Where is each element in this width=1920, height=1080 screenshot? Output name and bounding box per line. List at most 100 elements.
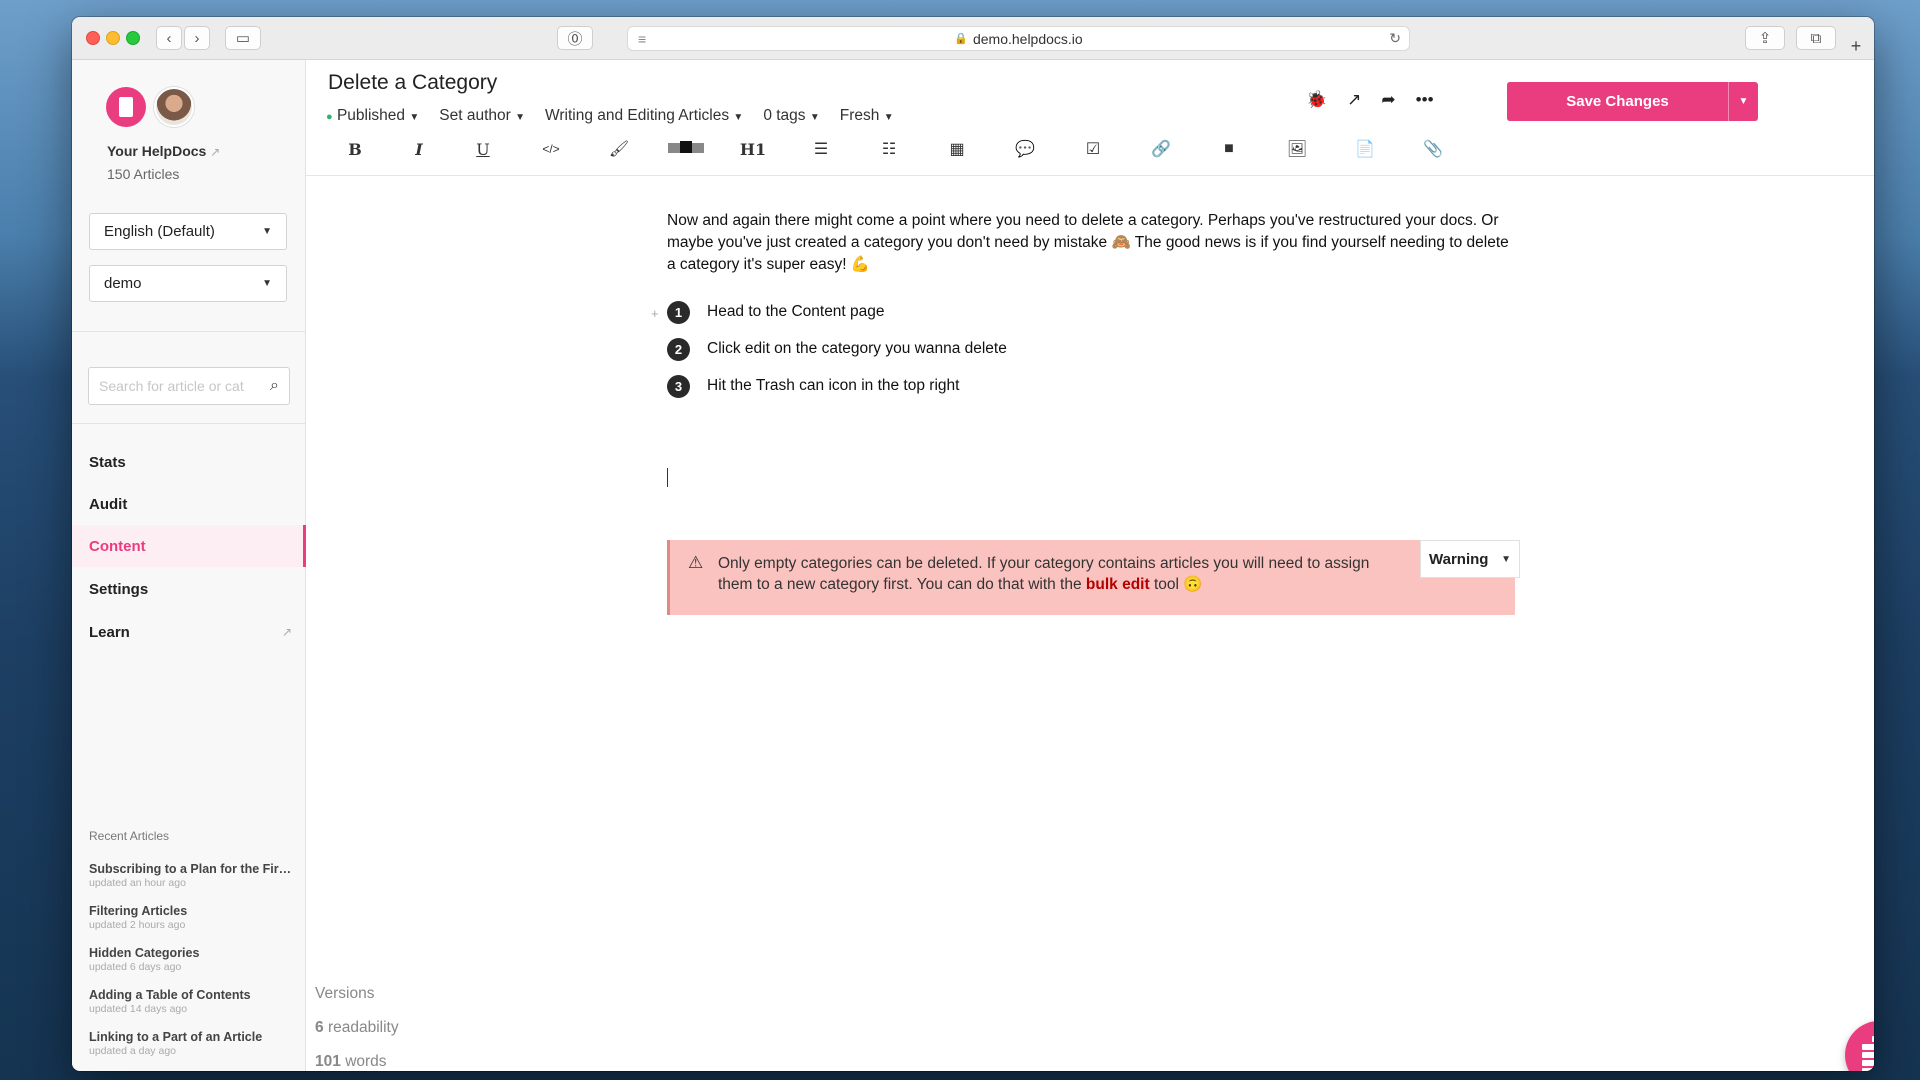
external-link-icon[interactable]: ↗ <box>1347 90 1361 110</box>
category-dropdown[interactable]: Writing and Editing Articles ▼ <box>545 107 743 125</box>
help-widget-icon <box>1862 1036 1874 1071</box>
article-actions: 🐞 ↗ ➦ ••• <box>1306 90 1434 110</box>
list-item[interactable]: 2 Click edit on the category you wanna de… <box>667 334 1007 364</box>
comment-icon[interactable]: 💬 <box>1008 139 1042 159</box>
article-meta-bar: ● Published ▼ Set author ▼ Writing and E… <box>326 107 894 125</box>
bug-icon[interactable]: 🐞 <box>1306 90 1327 110</box>
image-icon[interactable]: 🖼 <box>1280 139 1314 159</box>
readability-stat: 6 readability <box>315 1019 399 1036</box>
attachment-icon[interactable]: 📎 <box>1416 139 1450 159</box>
sidebar-toggle-button[interactable]: ▭ <box>225 26 261 50</box>
external-link-icon: ↗ <box>210 145 221 159</box>
italic-icon[interactable]: I <box>402 140 436 159</box>
plus-icon: + <box>1850 36 1862 56</box>
color-swatch-icon[interactable] <box>664 140 708 158</box>
reader-icon: ≡ <box>638 30 647 47</box>
address-bar[interactable]: ≡ 🔒 demo.helpdocs.io ↻ <box>627 26 1410 51</box>
heading-icon[interactable]: H1 <box>736 140 770 159</box>
callout-type-select[interactable]: Warning ▼ <box>1420 540 1520 578</box>
browser-window: ‹ › ▭ ⓪ ≡ 🔒 demo.helpdocs.io ↻ ⇪ ⧉ Your … <box>72 17 1874 1071</box>
nav-content[interactable]: Content <box>72 525 306 567</box>
caret-down-icon: ▼ <box>409 112 420 123</box>
save-button[interactable]: Save Changes <box>1507 82 1728 121</box>
password-icon: ⓪ <box>567 30 583 48</box>
toggle-icon[interactable]: ☑ <box>1076 139 1110 159</box>
recent-article[interactable]: Adding a Table of Contents updated 14 day… <box>89 988 294 1015</box>
back-button[interactable]: ‹ <box>156 26 182 50</box>
help-widget-button[interactable] <box>1845 1021 1874 1071</box>
warning-callout[interactable]: ⚠ Only empty categories can be deleted. … <box>667 540 1520 615</box>
list-item[interactable]: 1 Head to the Content page <box>667 297 885 327</box>
language-select[interactable]: English (Default) ▼ <box>89 213 287 250</box>
unordered-list-icon[interactable]: ☷ <box>872 139 906 159</box>
save-options-button[interactable]: ▼ <box>1728 82 1758 121</box>
share-arrow-icon[interactable]: ➦ <box>1381 90 1395 110</box>
search-input[interactable] <box>99 378 249 394</box>
bold-icon[interactable]: B <box>340 140 370 159</box>
caret-down-icon: ▼ <box>262 226 272 237</box>
caret-down-icon: ▼ <box>733 112 744 123</box>
avatar[interactable] <box>154 87 194 127</box>
share-button[interactable]: ⇪ <box>1745 26 1785 50</box>
table-icon[interactable]: ▦ <box>940 139 974 159</box>
minimize-window-button[interactable] <box>106 31 120 45</box>
browser-toolbar: ‹ › ▭ ⓪ ≡ 🔒 demo.helpdocs.io ↻ ⇪ ⧉ <box>72 17 1874 60</box>
maximize-window-button[interactable] <box>126 31 140 45</box>
workspace-select[interactable]: demo ▼ <box>89 265 287 302</box>
bulk-edit-link[interactable]: bulk edit <box>1086 576 1150 593</box>
ordered-list-icon[interactable]: ☰ <box>804 139 838 159</box>
versions-link[interactable]: Versions <box>315 985 374 1003</box>
reload-icon[interactable]: ↻ <box>1389 30 1401 47</box>
text-cursor <box>667 468 668 487</box>
helpdocs-logo[interactable] <box>106 87 146 127</box>
more-icon[interactable]: ••• <box>1416 90 1434 110</box>
recent-article[interactable]: Subscribing to a Plan for the First Time… <box>89 862 294 889</box>
share-icon: ⇪ <box>1758 30 1772 47</box>
tags-dropdown[interactable]: 0 tags ▼ <box>763 107 819 125</box>
sidebar: Your HelpDocs ↗ 150 Articles English (De… <box>72 60 306 1071</box>
status-dropdown[interactable]: ● Published ▼ <box>326 107 419 125</box>
close-window-button[interactable] <box>86 31 100 45</box>
add-block-icon[interactable]: + <box>651 306 659 321</box>
nav-settings[interactable]: Settings <box>72 568 306 610</box>
external-link-icon: ↗ <box>281 625 292 639</box>
caret-down-icon: ▼ <box>809 112 820 123</box>
new-tab-button[interactable]: + <box>1846 36 1866 56</box>
link-icon[interactable]: 🔗 <box>1144 139 1178 159</box>
underline-icon[interactable]: U <box>466 140 500 159</box>
recent-articles-heading: Recent Articles <box>89 829 170 843</box>
search-icon[interactable]: ⌕ <box>270 377 279 395</box>
editor-pane: Delete a Category ● Published ▼ Set auth… <box>306 60 1874 1071</box>
recent-article[interactable]: Filtering Articles updated 2 hours ago <box>89 904 294 931</box>
article-title[interactable]: Delete a Category <box>328 71 497 95</box>
avatars <box>106 87 206 127</box>
caret-down-icon: ▼ <box>1738 96 1749 107</box>
published-dot-icon: ● <box>326 111 333 123</box>
list-item[interactable]: 3 Hit the Trash can icon in the top right <box>667 371 959 401</box>
recent-article[interactable]: Hidden Categories updated 6 days ago <box>89 946 294 973</box>
author-dropdown[interactable]: Set author ▼ <box>439 107 525 125</box>
warning-text: Only empty categories can be deleted. If… <box>718 555 1370 593</box>
brush-icon[interactable]: 🖌 <box>602 139 636 159</box>
url-text: demo.helpdocs.io <box>972 30 1083 47</box>
article-intro[interactable]: Now and again there might come a point w… <box>667 210 1515 276</box>
articles-count: 150 Articles <box>107 166 180 182</box>
recent-article[interactable]: Linking to a Part of an Article updated a… <box>89 1030 294 1057</box>
brand-name[interactable]: Your HelpDocs ↗ <box>107 143 220 159</box>
file-icon[interactable]: 📄 <box>1348 139 1382 159</box>
caret-down-icon: ▼ <box>883 112 894 123</box>
warning-icon: ⚠ <box>688 553 704 572</box>
code-icon[interactable]: </> <box>534 142 568 156</box>
nav-learn[interactable]: Learn ↗ <box>72 611 306 653</box>
nav-audit[interactable]: Audit <box>72 483 306 525</box>
password-manager-button[interactable]: ⓪ <box>557 26 593 50</box>
tabs-overview-button[interactable]: ⧉ <box>1796 26 1836 50</box>
caret-down-icon: ▼ <box>515 112 526 123</box>
forward-button[interactable]: › <box>184 26 210 50</box>
divider <box>72 331 306 332</box>
nav-stats[interactable]: Stats <box>72 441 306 483</box>
search-box: ⌕ <box>88 367 290 405</box>
lock-icon: 🔒 <box>954 33 968 45</box>
block-icon[interactable]: ■ <box>1212 140 1246 158</box>
freshness-dropdown[interactable]: Fresh ▼ <box>840 107 894 125</box>
